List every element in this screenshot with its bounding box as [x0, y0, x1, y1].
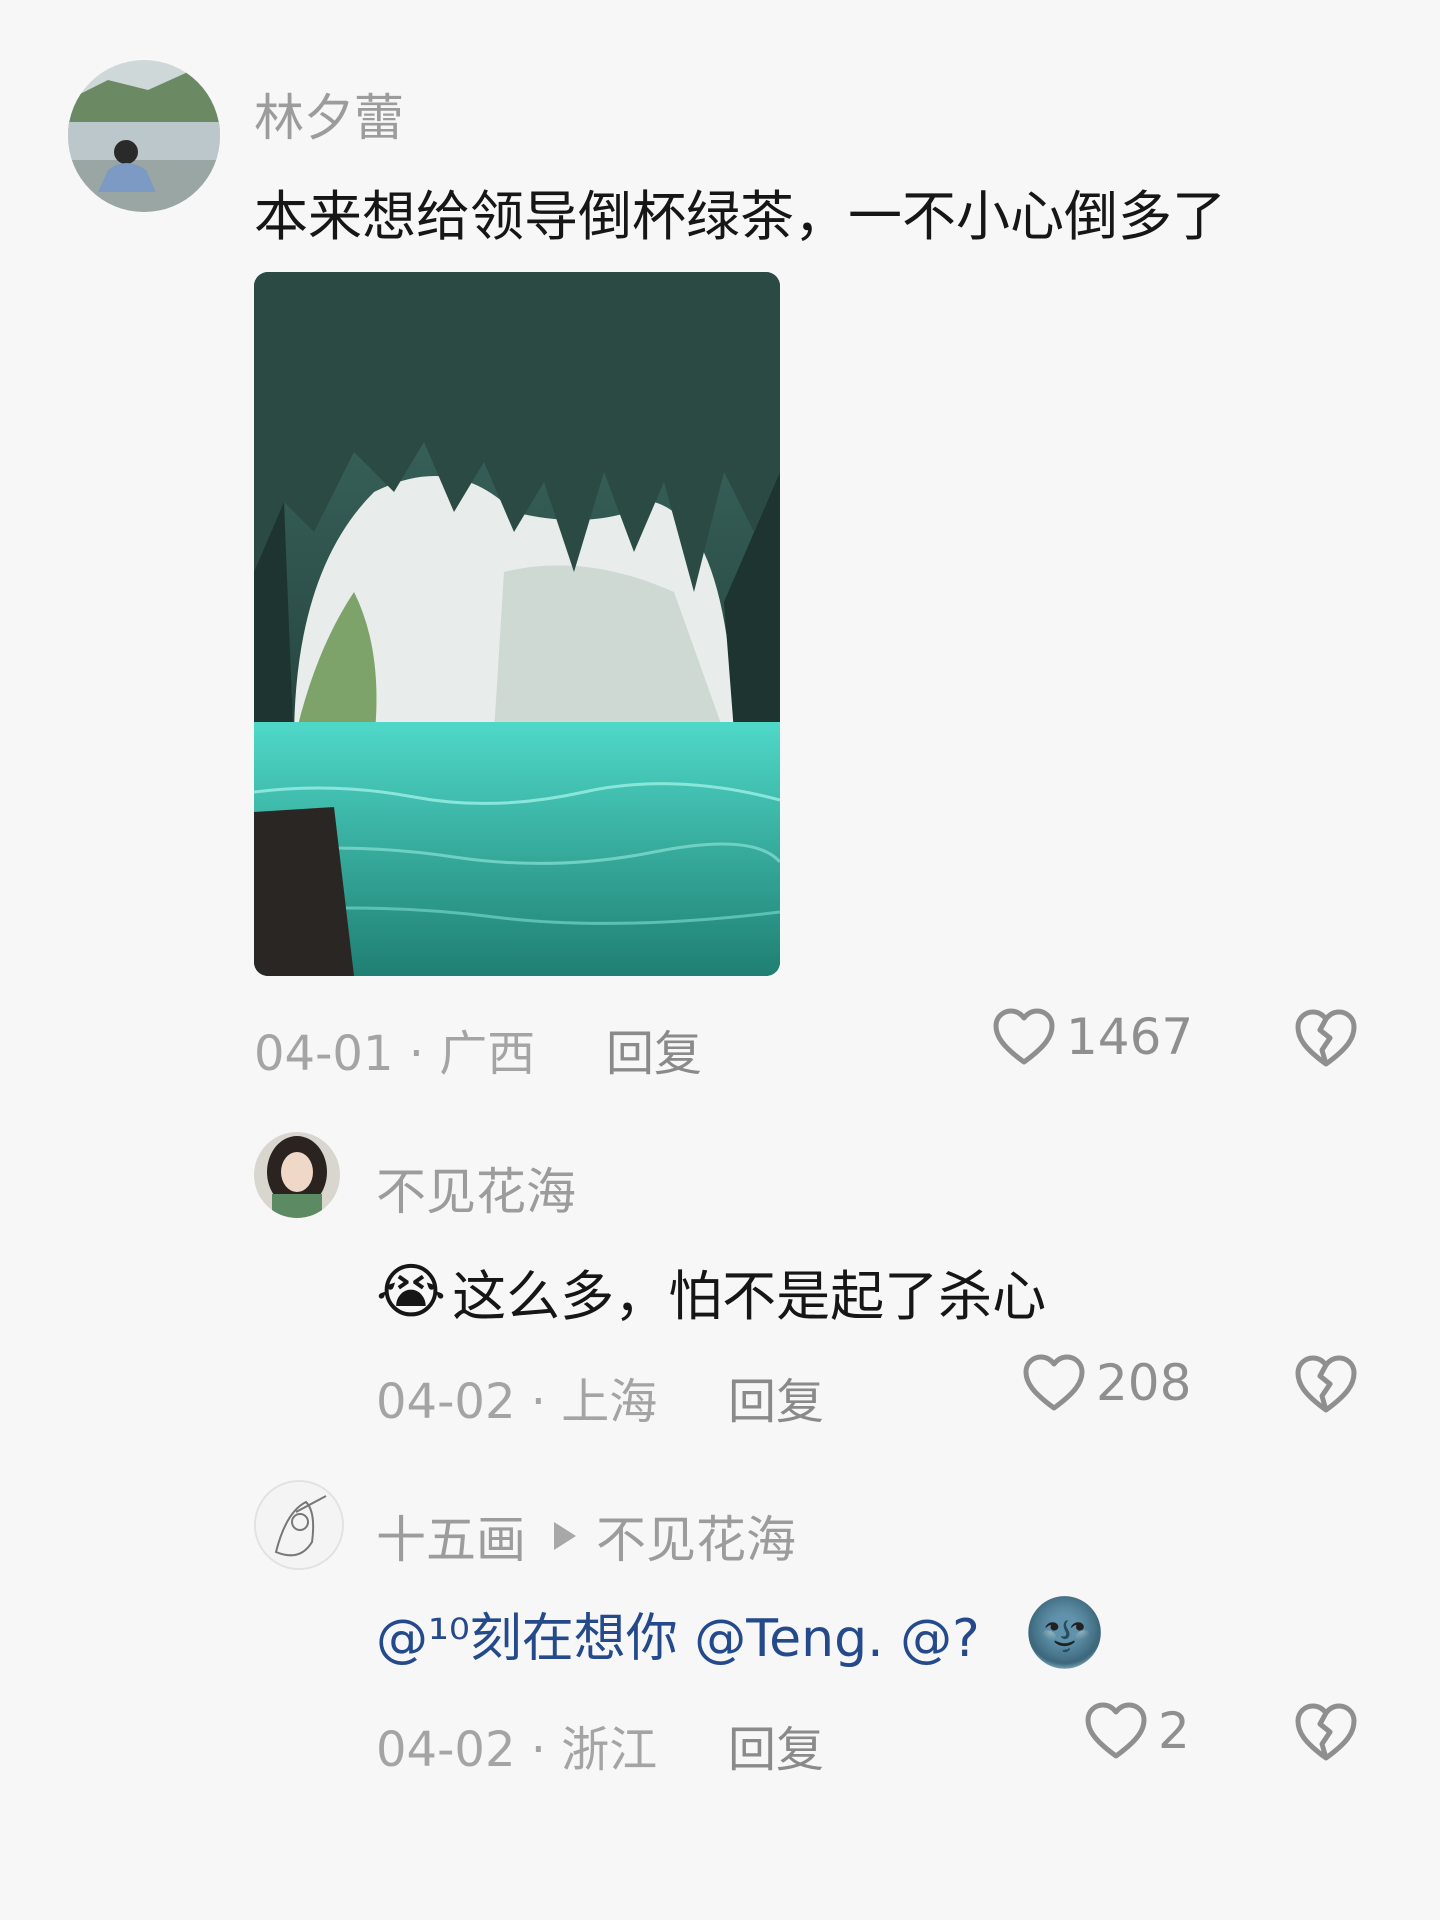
avatar[interactable]: [254, 1480, 344, 1570]
like-button[interactable]: 208: [1022, 1354, 1191, 1412]
comment-text: 😭 这么多，怕不是起了杀心: [376, 1256, 1047, 1329]
broken-heart-icon: [1295, 1703, 1357, 1761]
broken-heart-icon: [1295, 1009, 1357, 1067]
dislike-button[interactable]: [1294, 1008, 1358, 1072]
date-location: 04-02 · 上海: [376, 1374, 658, 1430]
reply-button[interactable]: 回复: [728, 1362, 824, 1432]
like-button[interactable]: 2: [1084, 1702, 1190, 1760]
dislike-button[interactable]: [1294, 1702, 1358, 1766]
comment-text: 本来想给领导倒杯绿茶，一不小心倒多了: [254, 185, 1226, 248]
new-moon-face-emoji: 🌚: [1023, 1594, 1106, 1671]
comment-image[interactable]: [254, 272, 780, 976]
reply-to-username[interactable]: 不见花海: [596, 1500, 796, 1572]
date-location: 04-02 · 浙江: [376, 1722, 658, 1778]
reply-header: 十五画 不见花海: [376, 1500, 796, 1572]
avatar[interactable]: [68, 60, 220, 212]
username[interactable]: 不见花海: [376, 1152, 576, 1224]
reply-button[interactable]: 回复: [728, 1710, 824, 1780]
heart-outline-icon: [1023, 1354, 1085, 1411]
broken-heart-icon: [1295, 1355, 1357, 1413]
date-location: 04-01 · 广西: [254, 1026, 536, 1082]
username[interactable]: 林夕蕾: [254, 78, 404, 150]
username[interactable]: 十五画: [376, 1500, 526, 1572]
heart-outline-icon: [993, 1008, 1055, 1065]
reply-button[interactable]: 回复: [606, 1014, 702, 1084]
comment-text: @¹⁰刻在想你 @Teng. @? 🌚: [376, 1594, 1106, 1672]
like-count: 2: [1158, 1702, 1190, 1760]
dislike-button[interactable]: [1294, 1354, 1358, 1418]
like-count: 1467: [1066, 1008, 1194, 1066]
heart-outline-icon: [1085, 1702, 1147, 1759]
mentions-text[interactable]: @¹⁰刻在想你 @Teng. @?: [376, 1596, 980, 1671]
like-count: 208: [1096, 1354, 1192, 1412]
reply-arrow-icon: [554, 1522, 576, 1550]
crying-face-emoji: 😭: [376, 1256, 447, 1327]
like-button[interactable]: 1467: [992, 1008, 1193, 1066]
avatar[interactable]: [254, 1132, 340, 1218]
